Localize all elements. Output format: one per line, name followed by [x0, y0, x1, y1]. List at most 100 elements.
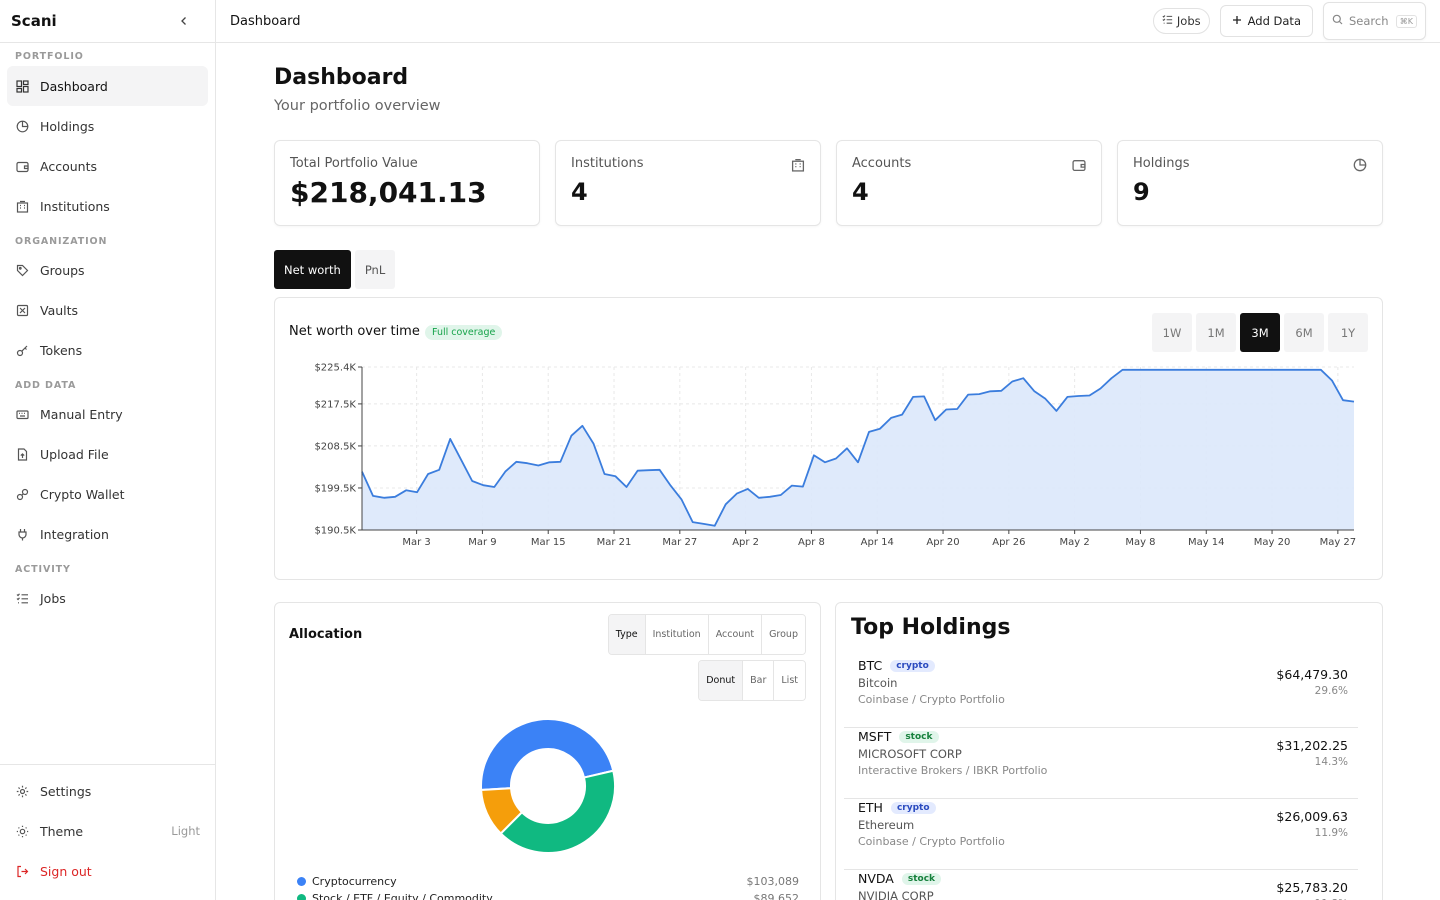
- sidebar-item-manual-entry[interactable]: Manual Entry: [7, 394, 208, 434]
- x-tick-label: May 27: [1320, 537, 1357, 548]
- net-worth-card: $225.4K $217.5K $208.5K $199.5K $190.5K Mar 3…: [274, 297, 1383, 580]
- key-icon: [15, 343, 30, 358]
- top-holdings-card: Top Holdings BTC crypto Bitcoin Coinbase…: [835, 602, 1383, 900]
- plus-icon: [1232, 14, 1242, 28]
- holding-symbol-line: BTC crypto: [858, 658, 935, 673]
- holding-account: Coinbase / Crypto Portfolio: [858, 693, 1005, 706]
- sidebar-item-jobs[interactable]: Jobs: [7, 578, 208, 618]
- app-logo-text: Scani: [11, 12, 57, 30]
- search-shortcut: ⌘K: [1395, 14, 1417, 28]
- x-tick-label: Mar 9: [468, 537, 496, 548]
- view-list[interactable]: List: [774, 661, 805, 700]
- x-tick-label: Mar 27: [662, 537, 697, 548]
- range-6m[interactable]: 6M: [1284, 313, 1324, 352]
- sidebar-item-settings[interactable]: Settings: [7, 771, 208, 811]
- range-3m[interactable]: 3M: [1240, 313, 1280, 352]
- view-donut[interactable]: Donut: [699, 661, 744, 700]
- holding-percent: 29.6%: [1314, 685, 1348, 697]
- sidebar-item-label: Vaults: [40, 302, 79, 318]
- page-subtitle: Your portfolio overview: [274, 98, 441, 114]
- x-tick-label: May 14: [1188, 537, 1225, 548]
- coverage-badge: Full coverage: [425, 325, 503, 340]
- legend-dot: [297, 894, 306, 900]
- sidebar-item-upload-file[interactable]: Upload File: [7, 434, 208, 474]
- sidebar-item-institutions[interactable]: Institutions: [7, 186, 208, 226]
- add-data-button[interactable]: Add Data: [1219, 5, 1313, 37]
- holding-row[interactable]: MSFT stock MICROSOFT CORP Interactive Br…: [844, 729, 1358, 799]
- x-tick-label: Apr 26: [992, 537, 1025, 548]
- stat-card-total-value: Total Portfolio Value $218,041.13: [274, 140, 540, 226]
- holding-symbol: NVDA: [858, 871, 894, 886]
- sidebar-item-dashboard[interactable]: Dashboard: [7, 66, 208, 106]
- sidebar-item-label: Upload File: [40, 446, 109, 462]
- group-by-type[interactable]: Type: [608, 615, 646, 654]
- sidebar-item-label: Groups: [40, 262, 85, 278]
- collapse-sidebar-icon[interactable]: [177, 14, 191, 28]
- jobs-button[interactable]: Jobs: [1152, 8, 1210, 34]
- range-1w[interactable]: 1W: [1152, 313, 1192, 352]
- sidebar-footer: Settings Theme Light Sign out: [0, 764, 215, 891]
- sidebar-item-holdings[interactable]: Holdings: [7, 106, 208, 146]
- breadcrumb-title: Dashboard: [230, 13, 301, 29]
- list-checks-icon: [15, 591, 30, 606]
- legend-item: Stock / ETF / Equity / Commodity $89,652: [297, 892, 799, 900]
- group-by-group[interactable]: Group: [762, 615, 805, 654]
- holding-row[interactable]: BTC crypto Bitcoin Coinbase / Crypto Por…: [844, 658, 1358, 728]
- holding-row[interactable]: ETH crypto Ethereum Coinbase / Crypto Po…: [844, 800, 1358, 870]
- holding-type-badge: crypto: [890, 659, 935, 672]
- top-holdings-title: Top Holdings: [851, 615, 1011, 640]
- group-by-account[interactable]: Account: [708, 615, 763, 654]
- legend-dot: [297, 877, 306, 886]
- topbar: Dashboard Jobs Add Data Search ⌘K: [216, 0, 1440, 43]
- group-by-institution[interactable]: Institution: [645, 615, 709, 654]
- sidebar-item-label: Accounts: [40, 158, 97, 174]
- view-bar[interactable]: Bar: [743, 661, 775, 700]
- sidebar-item-theme[interactable]: Theme Light: [7, 811, 208, 851]
- sidebar-item-integration[interactable]: Integration: [7, 514, 208, 554]
- pie-chart-icon: [15, 119, 30, 134]
- holding-symbol-line: ETH crypto: [858, 800, 936, 815]
- search-placeholder: Search: [1349, 14, 1389, 28]
- tab-pnl[interactable]: PnL: [354, 250, 396, 289]
- holding-value: $31,202.25: [1276, 738, 1348, 753]
- sidebar-item-sign-out[interactable]: Sign out: [7, 851, 208, 891]
- sidebar-item-label: Theme: [40, 823, 84, 839]
- range-1m[interactable]: 1M: [1196, 313, 1236, 352]
- stat-label: Holdings: [1133, 156, 1190, 171]
- sidebar: Scani PORTFOLIO Dashboard Holdings Accou…: [0, 0, 216, 900]
- sidebar-item-tokens[interactable]: Tokens: [7, 330, 208, 370]
- sidebar-item-accounts[interactable]: Accounts: [7, 146, 208, 186]
- add-data-label: Add Data: [1247, 14, 1301, 28]
- vault-icon: [15, 303, 30, 318]
- holding-type-badge: stock: [899, 730, 939, 743]
- holding-name: NVIDIA CORP: [858, 889, 934, 900]
- range-1y[interactable]: 1Y: [1328, 313, 1368, 352]
- holding-name: MICROSOFT CORP: [858, 747, 962, 761]
- gear-icon: [15, 784, 30, 799]
- holding-symbol: ETH: [858, 800, 883, 815]
- main-content: Dashboard Your portfolio overview Total …: [216, 43, 1440, 900]
- chart-tabs: Net worth PnL: [274, 250, 396, 289]
- x-tick-label: May 20: [1254, 537, 1291, 548]
- sidebar-item-groups[interactable]: Groups: [7, 250, 208, 290]
- allocation-donut: [480, 718, 616, 854]
- sidebar-item-crypto-wallet[interactable]: Crypto Wallet: [7, 474, 208, 514]
- x-tick-label: Mar 21: [597, 537, 632, 548]
- holding-symbol-line: MSFT stock: [858, 729, 939, 744]
- x-tick-label: Apr 20: [926, 537, 959, 548]
- sidebar-item-label: Manual Entry: [40, 406, 123, 422]
- sidebar-item-label: Settings: [40, 783, 92, 799]
- sidebar-item-vaults[interactable]: Vaults: [7, 290, 208, 330]
- search-input[interactable]: Search ⌘K: [1323, 2, 1426, 40]
- plug-icon: [15, 527, 30, 542]
- section-label-organization: ORGANIZATION: [15, 236, 108, 247]
- section-label-activity: ACTIVITY: [15, 564, 71, 575]
- sidebar-item-label: Tokens: [40, 342, 83, 358]
- y-tick-label: $199.5K: [314, 483, 356, 494]
- list-checks-icon: [1162, 14, 1173, 28]
- y-tick-label: $225.4K: [314, 363, 356, 374]
- holding-percent: 14.3%: [1314, 756, 1348, 768]
- holding-row[interactable]: NVDA stock NVIDIA CORP $25,783.20 11.8%: [844, 871, 1358, 900]
- tab-net-worth[interactable]: Net worth: [274, 250, 351, 289]
- jobs-button-label: Jobs: [1176, 14, 1201, 28]
